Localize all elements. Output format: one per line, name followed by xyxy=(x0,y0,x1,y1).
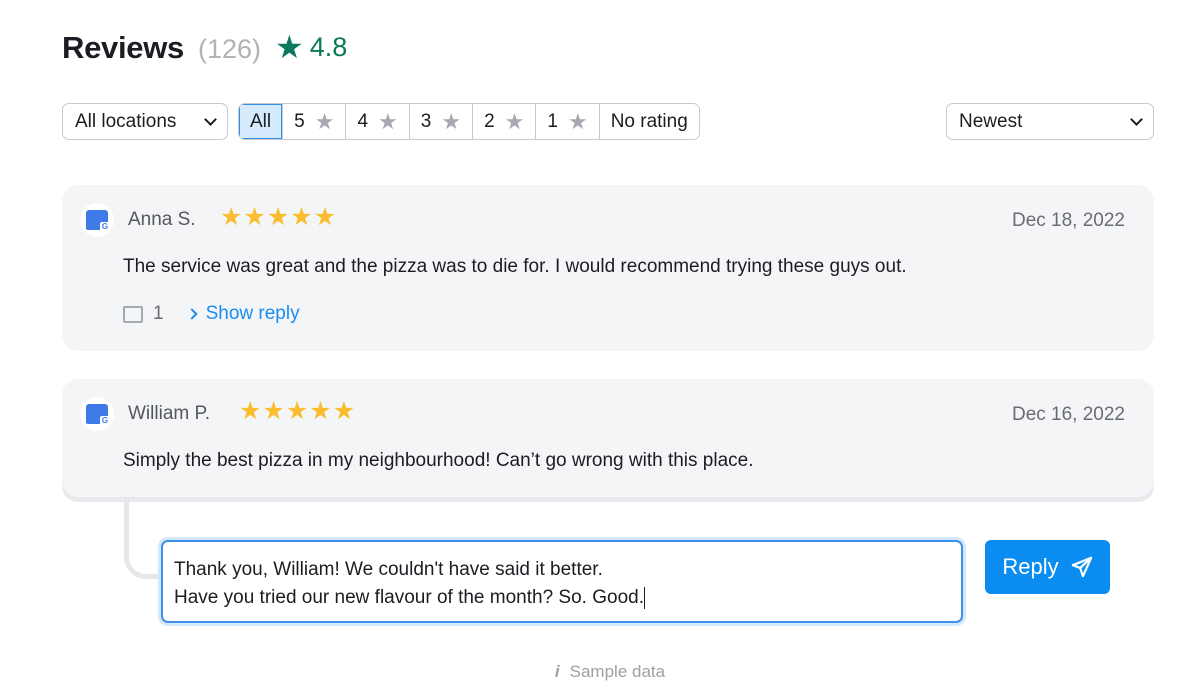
star-icon: ★ xyxy=(441,108,462,134)
review-stars: ★★★★★ xyxy=(220,205,337,230)
comment-icon xyxy=(123,305,143,323)
star-icon: ★ xyxy=(243,203,267,231)
star-icon: ★ xyxy=(285,397,310,425)
rating-filter: All 5 ★ 4 ★ 3 ★ 2 ★ 1 ★ No rating xyxy=(238,103,700,140)
review-count: (126) xyxy=(197,34,262,64)
star-icon: ★ xyxy=(309,397,333,425)
chevron-down-icon xyxy=(204,112,217,126)
reply-textarea[interactable]: Thank you, William! We couldn't have sai… xyxy=(161,540,963,623)
review-card: Anna S. ★★★★★ Dec 18, 2022 The service w… xyxy=(62,185,1154,351)
google-business-icon xyxy=(80,203,114,237)
text-caret xyxy=(644,586,645,609)
review-date: Dec 18, 2022 xyxy=(1011,210,1125,231)
reply-count: 1 xyxy=(153,303,164,324)
show-reply-label: Show reply xyxy=(205,303,300,324)
rating-filter-label: 4 xyxy=(357,110,369,132)
rating-filter-label: All xyxy=(250,110,272,132)
reviewer-name: Anna S. xyxy=(128,209,196,230)
rating-filter-2[interactable]: 2 ★ xyxy=(472,104,536,139)
review-card: William P. ★★★★★ Dec 16, 2022 Simply the… xyxy=(62,379,1154,497)
rating-filter-label: 1 xyxy=(547,110,558,132)
review-text: Simply the best pizza in my neighbourhoo… xyxy=(123,450,754,471)
info-icon: i xyxy=(554,662,560,681)
rating-filter-all[interactable]: All xyxy=(239,104,283,139)
average-rating: ★ 4.8 xyxy=(275,31,347,63)
star-icon: ★ xyxy=(504,108,525,134)
star-icon: ★ xyxy=(266,203,291,231)
reviewer-name: William P. xyxy=(128,403,210,424)
star-icon: ★ xyxy=(239,397,263,425)
rating-filter-1[interactable]: 1 ★ xyxy=(535,104,599,139)
review-date: Dec 16, 2022 xyxy=(1011,404,1125,425)
review-meta: 1 Show reply xyxy=(123,303,300,325)
reply-connector xyxy=(124,497,164,579)
rating-filter-4[interactable]: 4 ★ xyxy=(345,104,409,139)
sample-data-label: Sample data xyxy=(569,662,666,681)
location-dropdown-value: All locations xyxy=(75,110,177,132)
rating-filter-label: 3 xyxy=(420,110,432,132)
sort-dropdown-value: Newest xyxy=(959,110,1023,132)
page-title-row: Reviews (126) ★ 4.8 xyxy=(62,30,347,66)
rating-filter-no-rating[interactable]: No rating xyxy=(598,104,699,139)
google-business-icon xyxy=(80,397,114,431)
star-icon: ★ xyxy=(332,397,357,425)
star-icon: ★ xyxy=(290,203,314,231)
rating-filter-label: 5 xyxy=(294,110,305,132)
review-stars: ★★★★★ xyxy=(239,399,356,424)
reply-button[interactable]: Reply xyxy=(985,540,1110,594)
reply-text: Thank you, William! We couldn't have sai… xyxy=(174,559,644,608)
reply-button-label: Reply xyxy=(1002,554,1059,579)
chevron-right-icon xyxy=(185,308,198,320)
review-text: The service was great and the pizza was … xyxy=(123,256,907,277)
show-reply-link[interactable]: Show reply xyxy=(185,303,300,325)
star-icon: ★ xyxy=(567,108,588,134)
sort-dropdown[interactable]: Newest xyxy=(946,103,1154,140)
star-icon: ★ xyxy=(314,108,335,134)
star-icon: ★ xyxy=(275,29,304,65)
average-rating-value: 4.8 xyxy=(309,31,348,62)
chevron-down-icon xyxy=(1130,112,1143,126)
rating-filter-label: No rating xyxy=(610,110,688,132)
rating-filter-5[interactable]: 5 ★ xyxy=(282,104,346,139)
star-icon: ★ xyxy=(220,203,244,231)
page-title: Reviews xyxy=(62,30,184,65)
location-dropdown[interactable]: All locations xyxy=(62,103,228,140)
send-icon xyxy=(1071,556,1092,578)
star-icon: ★ xyxy=(262,397,286,425)
star-icon: ★ xyxy=(313,203,338,231)
rating-filter-label: 2 xyxy=(484,110,495,132)
star-icon: ★ xyxy=(378,108,398,134)
rating-filter-3[interactable]: 3 ★ xyxy=(408,104,473,139)
sample-data-note: i Sample data xyxy=(0,662,1182,682)
